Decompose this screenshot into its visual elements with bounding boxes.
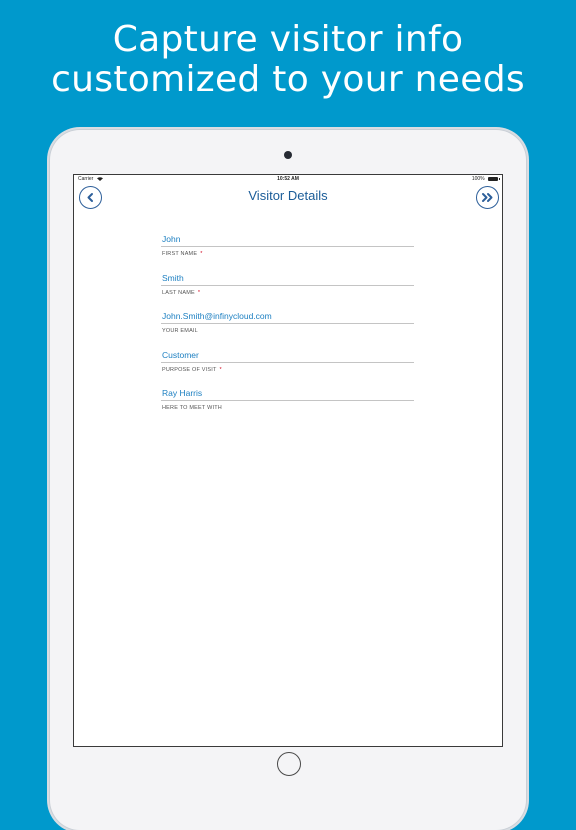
first-name-label: FIRST NAME *: [162, 251, 203, 257]
field-underline: [161, 246, 414, 247]
purpose-label: PURPOSE OF VISIT *: [162, 366, 222, 373]
host-field[interactable]: Ray Harris HERE TO MEET WITH: [161, 387, 414, 426]
status-time: 10:52 AM: [277, 176, 299, 182]
app-screen: Carrier 10:52 AM 100% Visitor Details Jo…: [73, 174, 503, 747]
field-underline: [161, 361, 414, 363]
purpose-input[interactable]: Customer: [161, 349, 414, 362]
promo-line-2: customized to your needs: [51, 59, 525, 100]
status-bar: Carrier 10:52 AM 100%: [74, 175, 502, 184]
nav-bar: Visitor Details: [74, 184, 502, 218]
last-name-field[interactable]: Smith LAST NAME *: [161, 272, 414, 311]
email-input[interactable]: John.Smith@infinycloud.com: [161, 310, 414, 323]
last-name-input[interactable]: Smith: [161, 272, 414, 285]
tablet-frame: Carrier 10:52 AM 100% Visitor Details Jo…: [50, 130, 526, 830]
required-marker: *: [200, 251, 203, 257]
double-chevron-right-icon: [482, 193, 493, 202]
purpose-field[interactable]: Customer PURPOSE OF VISIT *: [161, 349, 414, 388]
host-input[interactable]: Ray Harris: [161, 387, 414, 400]
first-name-field[interactable]: John FIRST NAME *: [161, 233, 414, 272]
battery-indicator: 100%: [471, 175, 500, 184]
promo-headline: Capture visitor info customized to your …: [0, 20, 576, 100]
required-marker: *: [219, 366, 222, 373]
field-underline: [161, 400, 414, 401]
battery-icon: [488, 176, 500, 181]
page-title: Visitor Details: [248, 188, 328, 203]
camera-icon: [284, 151, 292, 159]
email-field[interactable]: John.Smith@infinycloud.com YOUR EMAIL: [161, 310, 414, 349]
battery-percent: 100%: [471, 176, 485, 182]
host-label: HERE TO MEET WITH: [162, 405, 222, 411]
first-name-input[interactable]: John: [161, 233, 414, 246]
visitor-form: John FIRST NAME * Smith LAST NAME * John.S…: [161, 233, 414, 426]
last-name-label: LAST NAME *: [162, 289, 201, 296]
home-button[interactable]: [277, 752, 301, 776]
email-label: YOUR EMAIL: [162, 328, 198, 334]
required-marker: *: [197, 289, 201, 296]
promo-line-1: Capture visitor info: [112, 19, 464, 60]
next-button[interactable]: [476, 186, 499, 209]
field-underline: [161, 323, 414, 324]
field-underline: [161, 284, 414, 286]
